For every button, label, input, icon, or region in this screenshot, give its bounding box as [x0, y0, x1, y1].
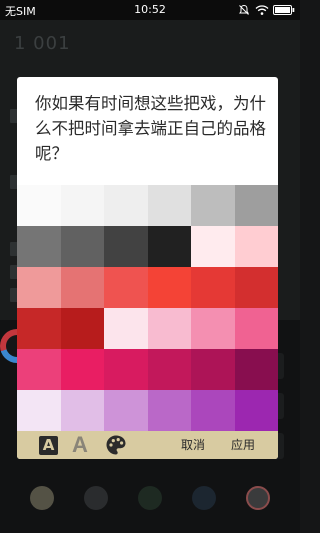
mute-icon [238, 4, 250, 16]
background-color-dot [246, 486, 270, 510]
color-swatch[interactable] [191, 349, 235, 390]
color-swatch[interactable] [191, 226, 235, 267]
color-swatch[interactable] [191, 267, 235, 308]
quote-text: 你如果有时间想这些把戏，为什么不把时间拿去端正自己的品格呢？ [35, 94, 266, 163]
color-swatch[interactable] [234, 226, 278, 267]
color-swatch[interactable] [147, 308, 191, 349]
color-swatch[interactable] [191, 308, 235, 349]
palette-icon[interactable] [105, 434, 127, 456]
color-swatch[interactable] [104, 185, 148, 226]
status-bar: 无SIM 10:52 [0, 0, 300, 20]
color-swatch[interactable] [234, 267, 278, 308]
color-swatch[interactable] [60, 185, 104, 226]
color-swatch[interactable] [104, 349, 148, 390]
background-color-dot [30, 486, 54, 510]
color-swatch[interactable] [147, 226, 191, 267]
color-swatch[interactable] [60, 308, 104, 349]
color-swatch[interactable] [191, 390, 235, 431]
cancel-button[interactable]: 取消 [173, 431, 213, 459]
color-swatch[interactable] [191, 185, 235, 226]
text-color-icon[interactable]: A [39, 436, 58, 455]
background-color-dot [138, 486, 162, 510]
color-palette [17, 185, 278, 431]
color-swatch[interactable] [104, 267, 148, 308]
color-swatch[interactable] [104, 226, 148, 267]
status-icons [238, 4, 296, 16]
color-swatch[interactable] [60, 390, 104, 431]
color-swatch[interactable] [234, 390, 278, 431]
color-swatch[interactable] [234, 308, 278, 349]
color-swatch[interactable] [17, 226, 61, 267]
apply-button[interactable]: 应用 [224, 431, 262, 459]
color-swatch[interactable] [17, 267, 61, 308]
color-swatch[interactable] [60, 226, 104, 267]
background-counter: 1 001 [14, 33, 71, 54]
color-swatch[interactable] [147, 267, 191, 308]
color-swatch[interactable] [147, 185, 191, 226]
color-swatch[interactable] [147, 390, 191, 431]
dialog-toolbar: A A 取消 应用 [17, 431, 278, 459]
color-swatch[interactable] [234, 349, 278, 390]
wifi-icon [255, 4, 269, 16]
color-swatch[interactable] [60, 349, 104, 390]
background-color-dot [84, 486, 108, 510]
font-style-icon[interactable]: A [69, 433, 91, 457]
battery-icon [273, 4, 295, 16]
color-swatch[interactable] [17, 308, 61, 349]
color-picker-dialog: 你如果有时间想这些把戏，为什么不把时间拿去端正自己的品格呢？ A A 取消 应用 [17, 77, 278, 459]
background-color-dot [192, 486, 216, 510]
color-swatch[interactable] [104, 308, 148, 349]
color-swatch[interactable] [17, 349, 61, 390]
color-swatch[interactable] [17, 185, 61, 226]
color-swatch[interactable] [234, 185, 278, 226]
color-swatch[interactable] [60, 267, 104, 308]
color-swatch[interactable] [147, 349, 191, 390]
color-swatch[interactable] [104, 390, 148, 431]
color-swatch[interactable] [17, 390, 61, 431]
